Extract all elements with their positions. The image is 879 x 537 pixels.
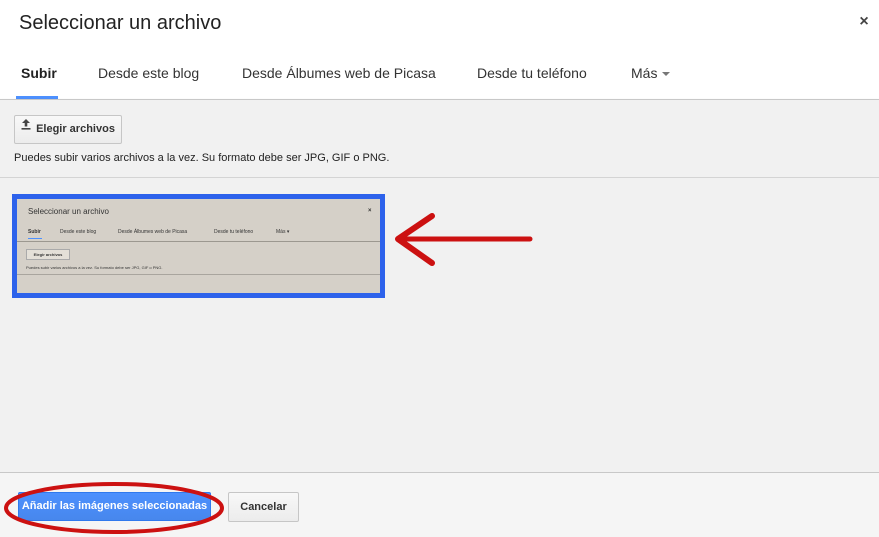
preview-tab: Desde tu teléfono [214,229,254,235]
upload-hint: Puedes subir varios archivos a la vez. S… [14,152,390,164]
tab-desde-telefono[interactable]: Desde tu teléfono [477,65,587,81]
preview-header-divider [17,241,380,242]
preview-tab: Más ▾ [276,229,290,235]
preview-tab-indicator [28,238,42,239]
preview-title: Seleccionar un archivo [28,207,109,216]
preview-tab: Desde este blog [60,229,97,235]
tab-subir[interactable]: Subir [21,65,57,81]
preview-tab: Subir [28,229,41,235]
add-selected-images-button[interactable]: Añadir las imágenes seleccionadas [18,492,211,521]
caret-down-icon [662,72,671,77]
arrow-left-icon [395,213,533,266]
choose-files-button[interactable]: Elegir archivos [14,115,122,144]
preview-close-icon: × [368,208,372,214]
preview-button: Elegir archivos [26,249,70,260]
selected-image-thumbnail[interactable]: Seleccionar un archivo × Subir Desde est… [12,194,385,298]
dialog-title: Seleccionar un archivo [19,12,222,34]
tab-mas-label: Más [631,65,658,81]
choose-files-label: Elegir archivos [36,123,115,135]
cancel-button[interactable]: Cancelar [228,492,299,522]
preview-tab: Desde Álbumes web de Picasa [118,229,188,235]
upload-icon [21,114,31,141]
thumbnail-content: Seleccionar un archivo × Subir Desde est… [17,199,380,293]
preview-hint: Puedes subir varios archivos a la vez. S… [26,265,163,270]
tab-bar: Subir Desde este blog Desde Álbumes web … [0,50,879,100]
tab-desde-este-blog[interactable]: Desde este blog [98,65,199,81]
content-divider [0,177,879,178]
file-picker-dialog: Seleccionar un archivo × Subir Desde est… [0,0,879,537]
tab-desde-picasa[interactable]: Desde Álbumes web de Picasa [242,65,436,81]
tab-mas[interactable]: Más [631,65,671,81]
preview-divider [17,274,380,275]
close-icon[interactable]: × [855,13,873,31]
